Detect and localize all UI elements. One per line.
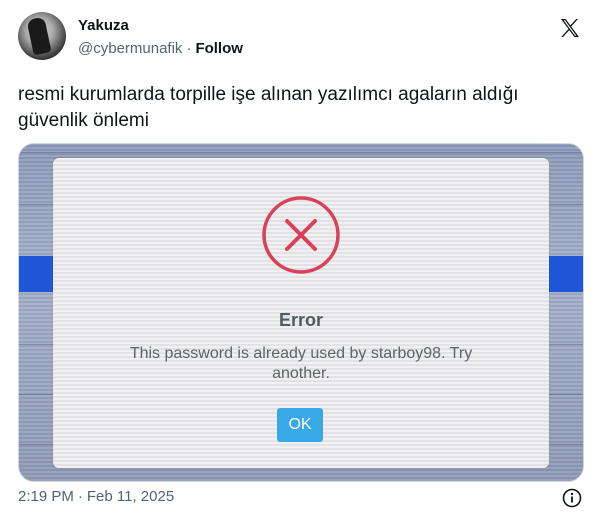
dialog-message: This password is already used by starboy… <box>129 345 473 382</box>
timestamp-separator: · <box>77 488 83 505</box>
handle-separator: · <box>186 40 192 57</box>
info-icon[interactable] <box>562 488 582 508</box>
tweet-date: Feb 11, 2025 <box>86 488 175 505</box>
dialog-title: Error <box>278 310 323 330</box>
author-handle-row: @cybermunafik · Follow <box>78 40 243 57</box>
background-blue-bar-left <box>19 256 53 292</box>
follow-button[interactable]: Follow <box>195 40 243 57</box>
tweet-timestamp[interactable]: 2:19 PM · Feb 11, 2025 <box>18 488 174 505</box>
background-blue-bar-right <box>543 256 583 292</box>
background-line <box>19 152 583 153</box>
tweet-header: Yakuza @cybermunafik · Follow <box>18 12 582 60</box>
error-x-circle-icon <box>262 196 340 274</box>
error-dialog: Error This password is already used by s… <box>53 158 549 468</box>
ok-button[interactable]: OK <box>277 408 323 442</box>
x-logo-icon[interactable] <box>558 16 582 40</box>
author-name[interactable]: Yakuza <box>78 17 129 34</box>
author-handle[interactable]: @cybermunafik <box>78 40 182 57</box>
tweet-text: resmi kurumlarda torpille işe alınan yaz… <box>18 84 519 131</box>
tweet-time: 2:19 PM <box>18 488 74 505</box>
tweet-media[interactable]: Error This password is already used by s… <box>18 143 584 482</box>
avatar[interactable] <box>18 12 66 60</box>
